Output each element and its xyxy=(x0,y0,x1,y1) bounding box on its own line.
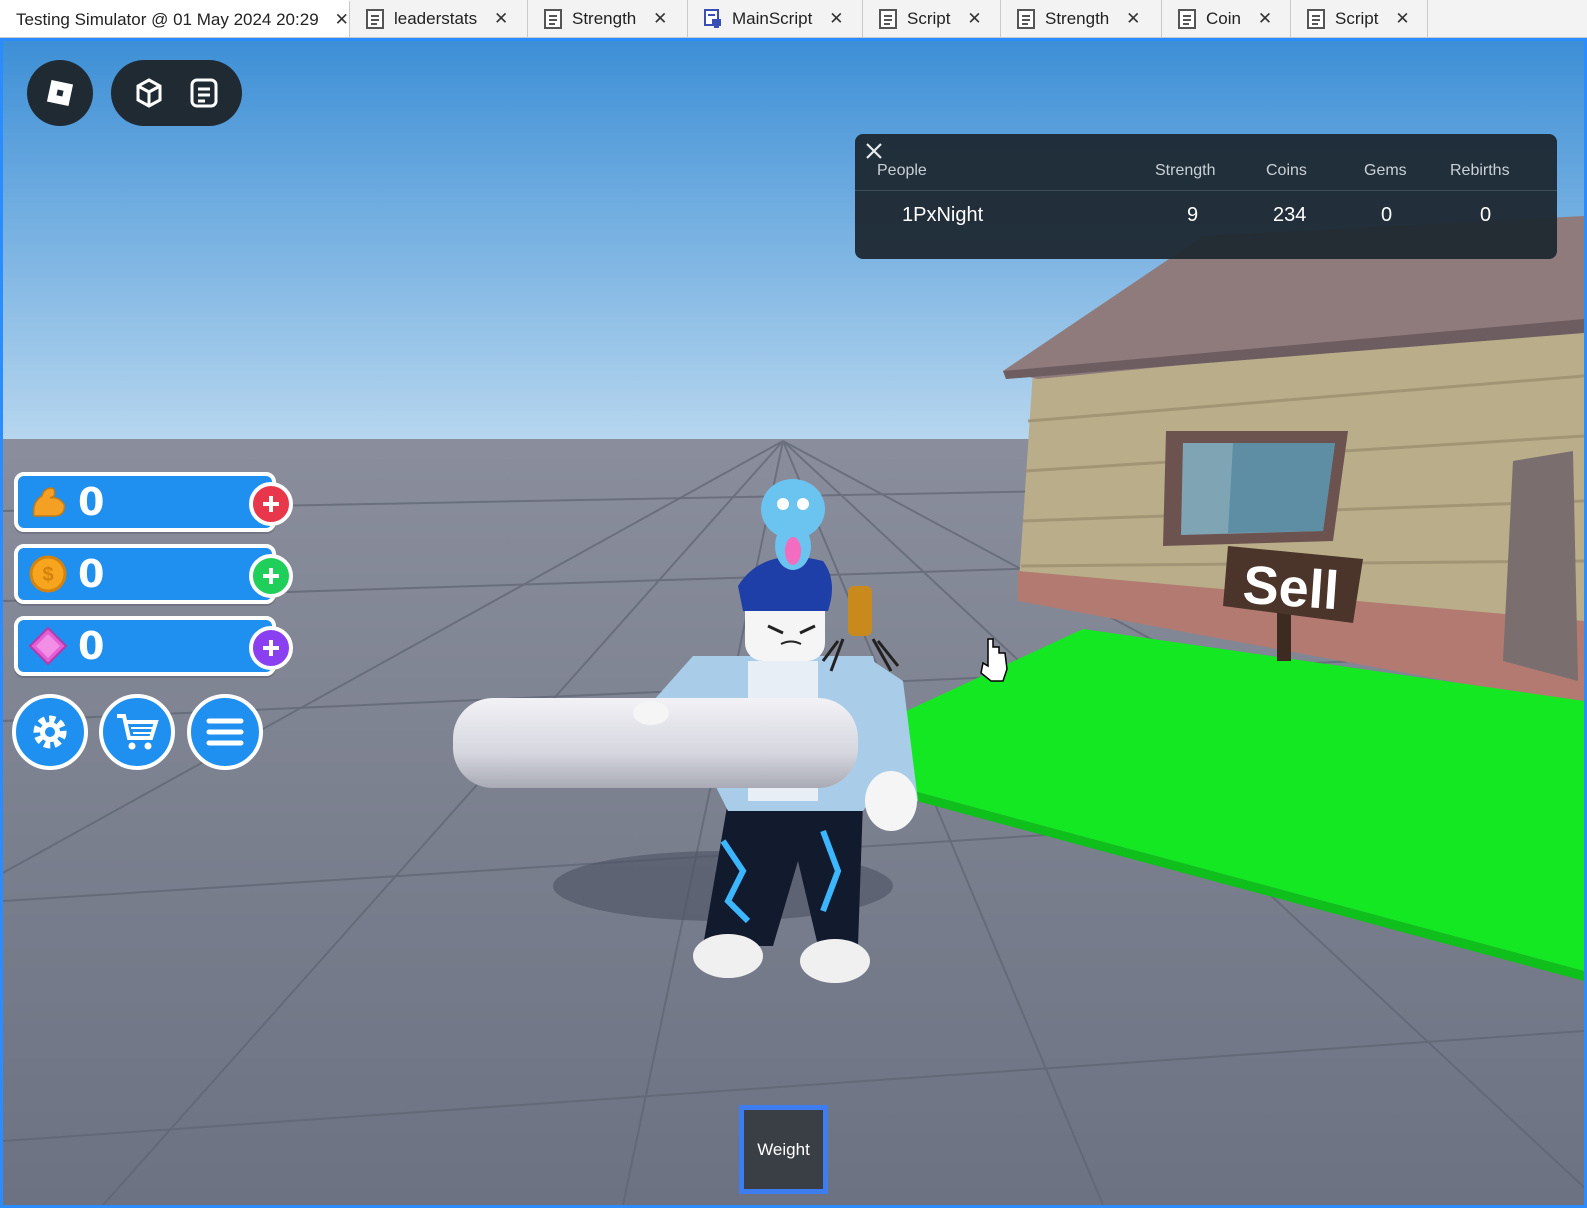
plus-icon xyxy=(263,640,279,656)
script-icon xyxy=(366,8,384,29)
player-strength: 9 xyxy=(1187,204,1199,226)
menu-button[interactable] xyxy=(187,694,263,770)
sell-sign-text: Sell xyxy=(1241,555,1341,622)
player-gems: 0 xyxy=(1381,204,1393,226)
close-icon[interactable]: ✕ xyxy=(652,9,668,29)
close-icon[interactable]: ✕ xyxy=(1394,9,1410,29)
server-script-icon xyxy=(704,8,721,28)
game-viewport[interactable]: Sell People Strength Coins Gems Rebirths… xyxy=(0,38,1587,1208)
header-people: People xyxy=(877,162,927,179)
player-coins: 234 xyxy=(1273,204,1307,226)
plus-icon xyxy=(263,568,279,584)
close-icon[interactable]: ✕ xyxy=(1257,9,1273,29)
header-rebirths: Rebirths xyxy=(1450,162,1510,179)
tab-label: Strength xyxy=(1045,8,1110,28)
tab-label: Strength xyxy=(572,8,637,28)
settings-button[interactable] xyxy=(12,694,88,770)
tab-strength-2[interactable]: Strength ✕ xyxy=(1001,0,1162,37)
leaderboard-divider xyxy=(855,190,1557,191)
tab-label: Testing Simulator @ 01 May 2024 20:29 xyxy=(16,9,319,29)
tab-bar: Testing Simulator @ 01 May 2024 20:29 ✕ … xyxy=(0,0,1587,38)
header-gems: Gems xyxy=(1364,162,1407,179)
tab-strength[interactable]: Strength ✕ xyxy=(528,0,688,37)
leaderboard-header: People Strength Coins Gems Rebirths xyxy=(855,162,1557,190)
header-coins: Coins xyxy=(1266,162,1307,179)
coins-stat: $ 0 xyxy=(14,544,293,604)
hotbar-slot-weight[interactable]: Weight xyxy=(739,1105,828,1194)
plus-icon xyxy=(263,496,279,512)
cart-icon xyxy=(117,714,159,750)
tab-script[interactable]: Script ✕ xyxy=(863,0,1001,37)
muscle-icon xyxy=(32,487,66,517)
coins-value: 0 xyxy=(78,552,105,596)
player-name: 1PxNight xyxy=(902,204,984,226)
tab-label: Script xyxy=(1335,8,1379,28)
close-icon[interactable]: ✕ xyxy=(335,10,349,30)
close-icon[interactable]: ✕ xyxy=(966,9,982,29)
hotbar-slot-label: Weight xyxy=(757,1139,810,1159)
close-icon[interactable]: ✕ xyxy=(828,9,844,29)
roblox-toolbar xyxy=(111,60,242,126)
tab-mainscript[interactable]: MainScript ✕ xyxy=(688,0,863,37)
add-coins-button[interactable] xyxy=(249,554,293,598)
gems-value: 0 xyxy=(78,624,105,668)
add-strength-button[interactable] xyxy=(249,482,293,526)
roblox-logo-icon xyxy=(46,79,74,107)
tab-label: leaderstats xyxy=(394,8,478,28)
script-icon xyxy=(544,8,562,29)
strength-value: 0 xyxy=(78,480,105,524)
script-icon xyxy=(1178,8,1196,29)
close-icon[interactable]: ✕ xyxy=(1125,9,1141,29)
close-icon[interactable] xyxy=(863,140,885,162)
tab-leaderstats[interactable]: leaderstats ✕ xyxy=(350,0,528,37)
leaderboard-row[interactable]: 1PxNight 9 234 0 0 xyxy=(855,204,1557,236)
coin-icon: $ xyxy=(29,555,67,593)
tab-label: Script xyxy=(907,8,951,28)
leaderboard: People Strength Coins Gems Rebirths 1PxN… xyxy=(855,134,1557,259)
strength-stat: 0 xyxy=(14,472,293,532)
selfview-icon[interactable] xyxy=(129,73,169,113)
roblox-menu-button[interactable] xyxy=(27,60,93,126)
gems-stat: 0 xyxy=(14,616,293,676)
script-icon xyxy=(879,8,897,29)
hamburger-icon xyxy=(206,718,244,746)
svg-text:$: $ xyxy=(42,564,53,586)
add-gems-button[interactable] xyxy=(249,626,293,670)
tab-script-2[interactable]: Script ✕ xyxy=(1291,0,1428,37)
tab-testing-simulator[interactable]: Testing Simulator @ 01 May 2024 20:29 ✕ xyxy=(0,0,350,37)
chat-icon[interactable] xyxy=(184,73,224,113)
tab-coin[interactable]: Coin ✕ xyxy=(1162,0,1291,37)
player-rebirths: 0 xyxy=(1480,204,1492,226)
gem-icon xyxy=(28,626,68,666)
shop-button[interactable] xyxy=(99,694,175,770)
tab-label: Coin xyxy=(1206,8,1241,28)
script-icon xyxy=(1017,8,1035,29)
header-strength: Strength xyxy=(1155,162,1216,179)
tab-label: MainScript xyxy=(732,8,813,28)
gear-icon xyxy=(33,715,67,749)
close-icon[interactable]: ✕ xyxy=(493,9,509,29)
script-icon xyxy=(1307,8,1325,29)
